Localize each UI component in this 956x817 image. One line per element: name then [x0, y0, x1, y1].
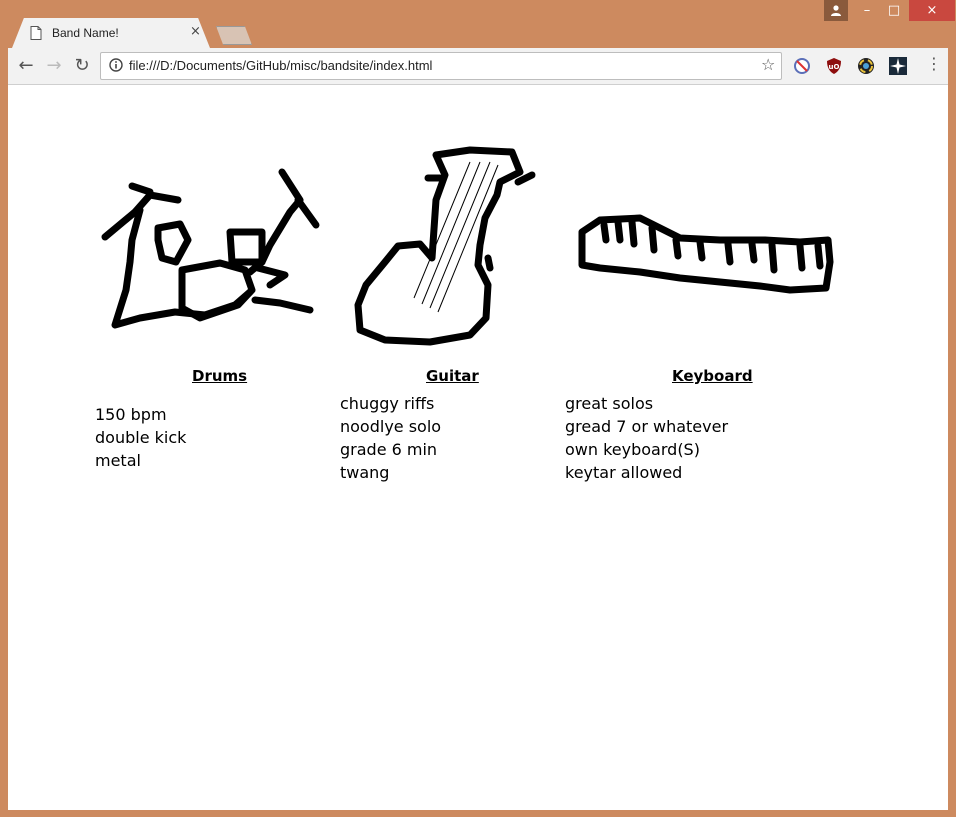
address-bar[interactable]: file:///D:/Documents/GitHub/misc/bandsit…: [100, 52, 782, 80]
instrument-name-guitar: Guitar: [426, 367, 479, 385]
profile-icon: [831, 5, 841, 16]
minimize-button[interactable]: –: [854, 0, 880, 21]
no-sign-icon[interactable]: [793, 57, 811, 75]
url-text[interactable]: file:///D:/Documents/GitHub/misc/bandsit…: [129, 58, 432, 73]
guitar-note: chuggy riffs: [340, 394, 435, 413]
ublock-icon[interactable]: uO: [825, 57, 843, 75]
reload-button[interactable]: ↻: [70, 54, 94, 78]
keyboard-notes: great solos gread 7 or whatever own keyb…: [565, 392, 728, 484]
instrument-name-keyboard: Keyboard: [672, 367, 753, 385]
keyboard-note: gread 7 or whatever: [565, 417, 729, 436]
star-icon[interactable]: ☆: [761, 55, 775, 74]
color-wheel-icon[interactable]: [857, 57, 875, 75]
browser-toolbar: ← → ↻ file:///D:/Documents/GitHub/misc/b…: [8, 48, 948, 85]
new-tab-button[interactable]: [216, 26, 252, 45]
info-icon[interactable]: [109, 58, 123, 72]
title-bar: Band Name! × – □ ×: [0, 0, 956, 48]
drums-note: double kick: [95, 428, 187, 447]
instrument-name-drums: Drums: [192, 367, 248, 385]
page-icon: [30, 26, 42, 40]
guitar-note: grade 6 min: [340, 440, 438, 459]
tab-close-button[interactable]: ×: [190, 24, 201, 40]
guitar-note: noodlye solo: [340, 417, 442, 436]
guitar-note: twang: [340, 463, 390, 482]
page-content: Drums 150 bpm double kick metal Guitar c…: [8, 85, 948, 810]
drums-note: 150 bpm: [95, 405, 167, 424]
back-button[interactable]: ←: [14, 54, 38, 78]
drums-note: metal: [95, 451, 141, 470]
tab-title: Band Name!: [52, 26, 119, 40]
maximize-button[interactable]: □: [881, 0, 907, 21]
keyboard-note: own keyboard(S): [565, 440, 700, 459]
browser-window: Band Name! × – □ × ← → ↻ file:///D:/Docu…: [0, 0, 956, 817]
menu-button[interactable]: ⋮: [926, 54, 942, 73]
guitar-notes: chuggy riffs noodlye solo grade 6 min tw…: [340, 392, 441, 484]
star-compass-icon[interactable]: [889, 57, 907, 75]
close-window-button[interactable]: ×: [909, 0, 955, 21]
drums-notes: 150 bpm double kick metal: [95, 403, 186, 472]
keyboard-note: great solos: [565, 394, 654, 413]
forward-button[interactable]: →: [42, 54, 66, 78]
profile-button[interactable]: [824, 0, 848, 21]
svg-text:uO: uO: [829, 63, 840, 71]
keyboard-note: keytar allowed: [565, 463, 683, 482]
